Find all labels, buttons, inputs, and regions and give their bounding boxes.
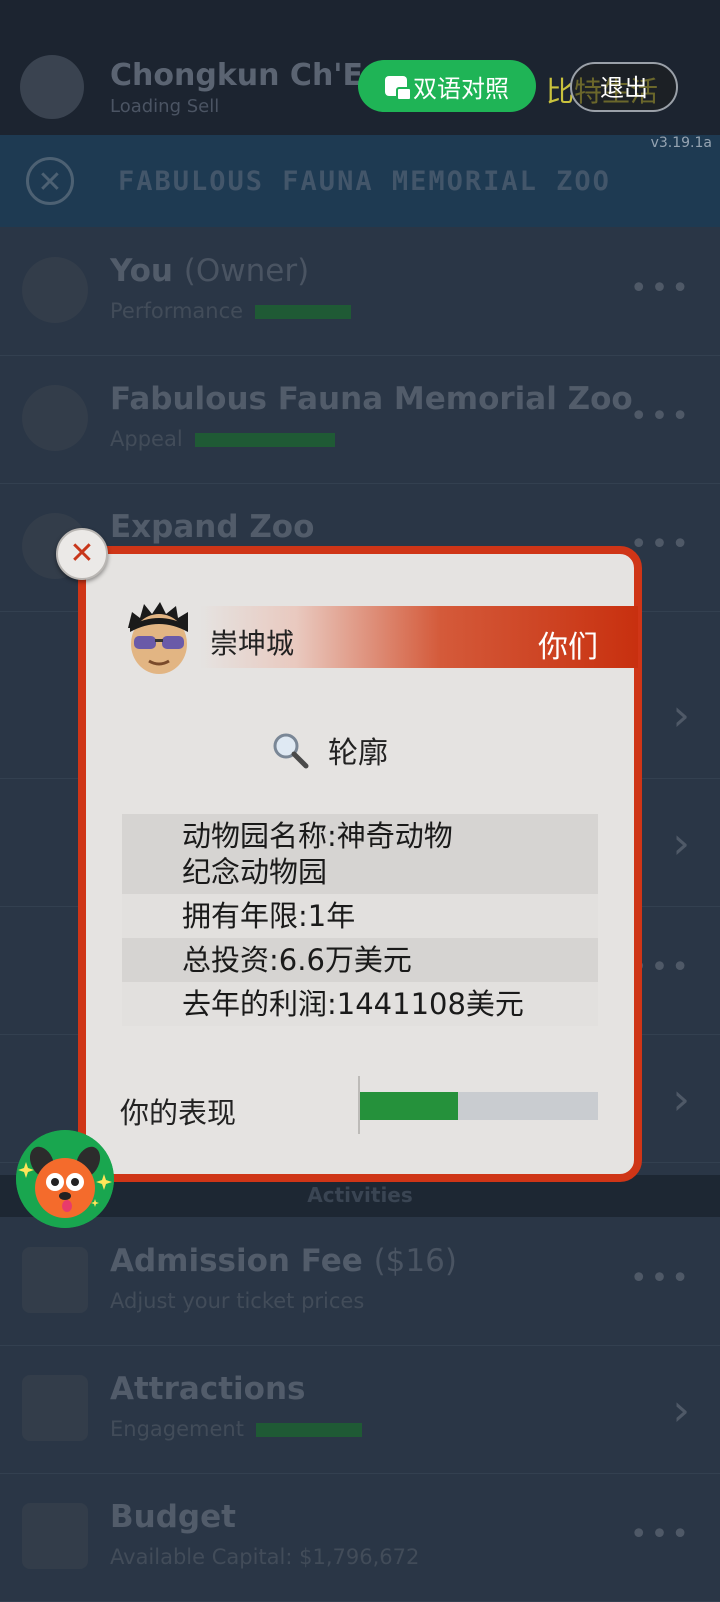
appeal-bar [194, 433, 335, 447]
row-subtitle: Adjust your ticket prices [110, 1289, 365, 1313]
player-avatar [128, 602, 188, 674]
header-close-icon[interactable]: ✕ [26, 157, 74, 205]
row-title: You [110, 253, 173, 289]
table-row: 总投资:6.6万美元 [122, 938, 598, 982]
profile-link[interactable]: 轮廓 [270, 728, 388, 772]
top-player-sub: Loading Sell [110, 96, 220, 117]
row-title: Admission Fee [110, 1243, 363, 1279]
zoo-icon [22, 385, 88, 451]
table-row: 去年的利润:1441108美元 [122, 982, 598, 1026]
version-label: v3.19.1a [650, 135, 712, 151]
profile-label: 轮廓 [328, 736, 388, 771]
player-avatar-bg [20, 55, 84, 119]
player-role: 你们 [538, 630, 598, 665]
engagement-bar [255, 1423, 362, 1437]
magnifier-icon [273, 733, 309, 769]
row-title-suffix: ($16) [373, 1243, 457, 1279]
ticket-icon [22, 1247, 88, 1313]
chevron-right-icon[interactable]: › [672, 690, 690, 741]
row-title-suffix: (Owner) [183, 253, 310, 289]
floating-assistant-button[interactable] [16, 1130, 114, 1228]
row-subtitle: Available Capital: $1,796,672 [110, 1545, 420, 1569]
row-title: Budget [110, 1499, 236, 1535]
performance-bar [255, 305, 352, 319]
performance-progress-fill [360, 1092, 458, 1120]
chevron-right-icon[interactable]: › [672, 818, 690, 869]
chevron-right-icon[interactable]: › [672, 1385, 690, 1436]
row-title: Fabulous Fauna Memorial Zoo [110, 381, 633, 417]
chevron-right-icon[interactable]: › [672, 1074, 690, 1125]
translate-label: 双语对照 [413, 74, 509, 103]
list-item[interactable]: Admission Fee ($16) Adjust your ticket p… [0, 1217, 720, 1346]
table-row: 拥有年限:1年 [122, 894, 598, 938]
row-title: Attractions [110, 1371, 306, 1407]
performance-progress [360, 1092, 598, 1120]
zoo-info-table: 动物园名称:神奇动物 纪念动物园 拥有年限:1年 总投资:6.6万美元 去年的利… [122, 814, 598, 1026]
row-subtitle: Appeal [110, 427, 183, 451]
more-icon[interactable]: ••• [630, 271, 692, 306]
list-item[interactable]: Budget Available Capital: $1,796,672 ••• [0, 1473, 720, 1602]
more-icon[interactable]: ••• [630, 1517, 692, 1552]
close-icon[interactable]: ✕ [56, 528, 108, 580]
translate-button[interactable]: 双语对照 [358, 60, 536, 112]
list-item[interactable]: Attractions Engagement › [0, 1345, 720, 1474]
chat-bubbles-icon [385, 76, 412, 101]
more-icon[interactable]: ••• [630, 399, 692, 434]
performance-label: 你的表现 [120, 1096, 237, 1130]
page-title: FABULOUS FAUNA MEMORIAL ZOO [118, 166, 611, 197]
row-subtitle: Engagement [110, 1417, 244, 1441]
exit-button[interactable]: 退出 [570, 62, 678, 112]
more-icon[interactable]: ••• [630, 1261, 692, 1296]
row-subtitle: Performance [110, 299, 244, 323]
avatar-icon [22, 257, 88, 323]
list-item[interactable]: You (Owner) Performance ••• [0, 227, 720, 356]
tent-icon [22, 1375, 88, 1441]
scale-icon [22, 1503, 88, 1569]
row-title: Expand Zoo [110, 509, 315, 545]
modal-player-name: 崇坤城 [210, 627, 295, 660]
table-row: 动物园名称:神奇动物 纪念动物园 [122, 814, 598, 894]
list-item[interactable]: Fabulous Fauna Memorial Zoo Appeal ••• [0, 355, 720, 484]
